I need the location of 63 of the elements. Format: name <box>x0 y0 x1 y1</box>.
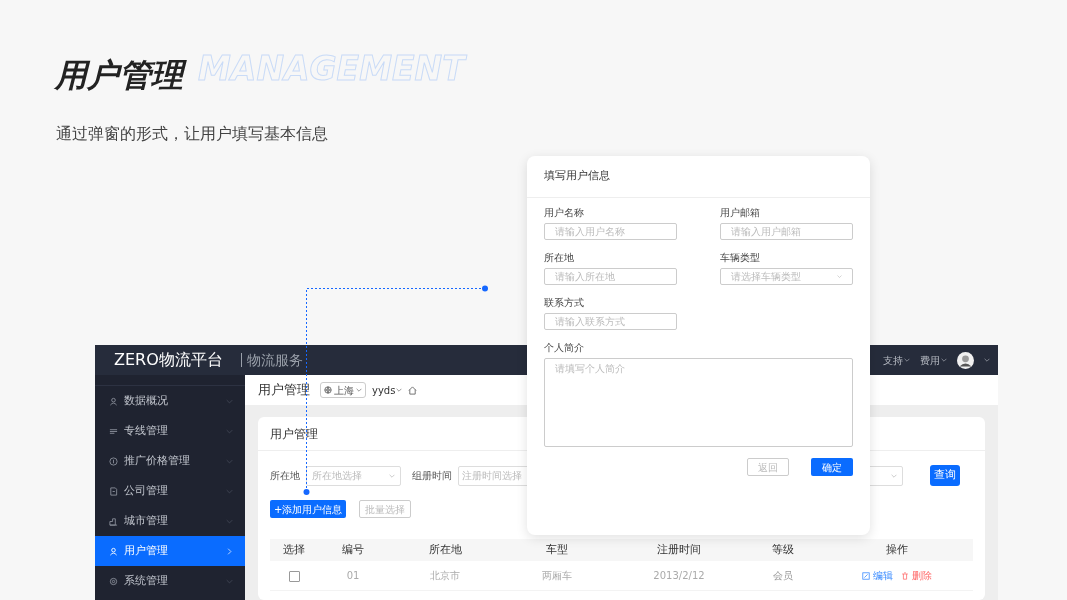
chevron-down-icon <box>389 472 395 479</box>
sidebar-item[interactable]: 数据概况 <box>95 386 245 416</box>
filter-label: 所在地 <box>270 469 300 483</box>
app-logo: ZERO物流平台 <box>114 349 223 371</box>
sidebar-item[interactable]: 推广价格管理 <box>95 446 245 476</box>
column-header: 编号 <box>341 541 365 558</box>
table-cell-text: 2013/2/12 <box>652 569 706 583</box>
chevron-down-icon <box>356 387 362 393</box>
avatar[interactable] <box>957 351 974 369</box>
field-label: 所在地 <box>544 252 575 264</box>
coin-icon <box>109 456 118 466</box>
chevron-down-icon <box>941 357 947 363</box>
sidebar-item[interactable]: 系统管理 <box>95 566 245 596</box>
chevron-right-icon <box>226 547 233 555</box>
column-header: 选择 <box>282 541 306 558</box>
table-cell-text: 北京市 <box>429 569 461 583</box>
building-icon <box>109 516 118 526</box>
home-icon[interactable] <box>408 385 418 395</box>
membership-level: 会员 <box>772 569 794 583</box>
user-selector[interactable]: yyds <box>372 382 403 398</box>
edit-icon <box>861 571 870 580</box>
chevron-down-icon <box>891 472 897 479</box>
field-label: 用户邮箱 <box>720 207 761 219</box>
page-subtitle: 通过弹窗的形式，让用户填写基本信息 <box>56 123 328 145</box>
trash-icon <box>900 571 909 580</box>
confirm-button[interactable]: 确定 <box>811 458 853 476</box>
row-checkbox[interactable] <box>288 570 300 582</box>
table-cell-text: 两厢车 <box>541 569 573 583</box>
edit-link[interactable]: 编辑 <box>861 568 893 583</box>
document-icon <box>109 486 118 496</box>
filter-label: 组册时间 <box>412 469 452 483</box>
breadcrumb-title: 用户管理 <box>258 381 310 400</box>
person-icon <box>109 396 118 406</box>
sidebar-item[interactable]: 专线管理 <box>95 416 245 446</box>
column-header: 操作 <box>884 541 909 558</box>
sidebar-item[interactable]: 用户管理 <box>95 536 245 566</box>
table-cell-text: 01 <box>345 569 361 583</box>
dialog-title: 填写用户信息 <box>527 156 870 198</box>
product-name: 物流服务 <box>240 353 303 367</box>
field-label: 联系方式 <box>544 297 585 309</box>
chevron-down-icon <box>904 357 910 363</box>
chevron-down-icon <box>396 387 403 393</box>
person-icon <box>109 546 118 556</box>
top-menu-item[interactable]: 费用 <box>920 352 947 368</box>
column-header: 等级 <box>771 541 795 558</box>
delete-link[interactable]: 删除 <box>900 568 932 583</box>
gear-icon <box>109 576 118 586</box>
column-header: 注册时间 <box>656 541 702 558</box>
column-header: 所在地 <box>427 541 463 558</box>
sidebar-item[interactable]: 城市管理 <box>95 506 245 536</box>
globe-icon <box>324 386 332 394</box>
search-button[interactable]: 查询 <box>930 465 960 486</box>
list-icon <box>109 426 118 436</box>
city-selector[interactable]: 上海 <box>320 382 366 398</box>
chevron-down-icon <box>984 357 990 363</box>
top-menu-item[interactable]: 支持 <box>883 352 910 368</box>
column-header: 车型 <box>545 541 569 558</box>
field-label: 个人简介 <box>544 342 585 354</box>
field-label: 用户名称 <box>544 207 585 219</box>
chevron-down-icon <box>837 274 842 279</box>
field-label: 车辆类型 <box>720 252 761 264</box>
add-user-button[interactable]: +添加用户信息 <box>270 500 347 518</box>
sidebar-item[interactable]: 公司管理 <box>95 476 245 506</box>
